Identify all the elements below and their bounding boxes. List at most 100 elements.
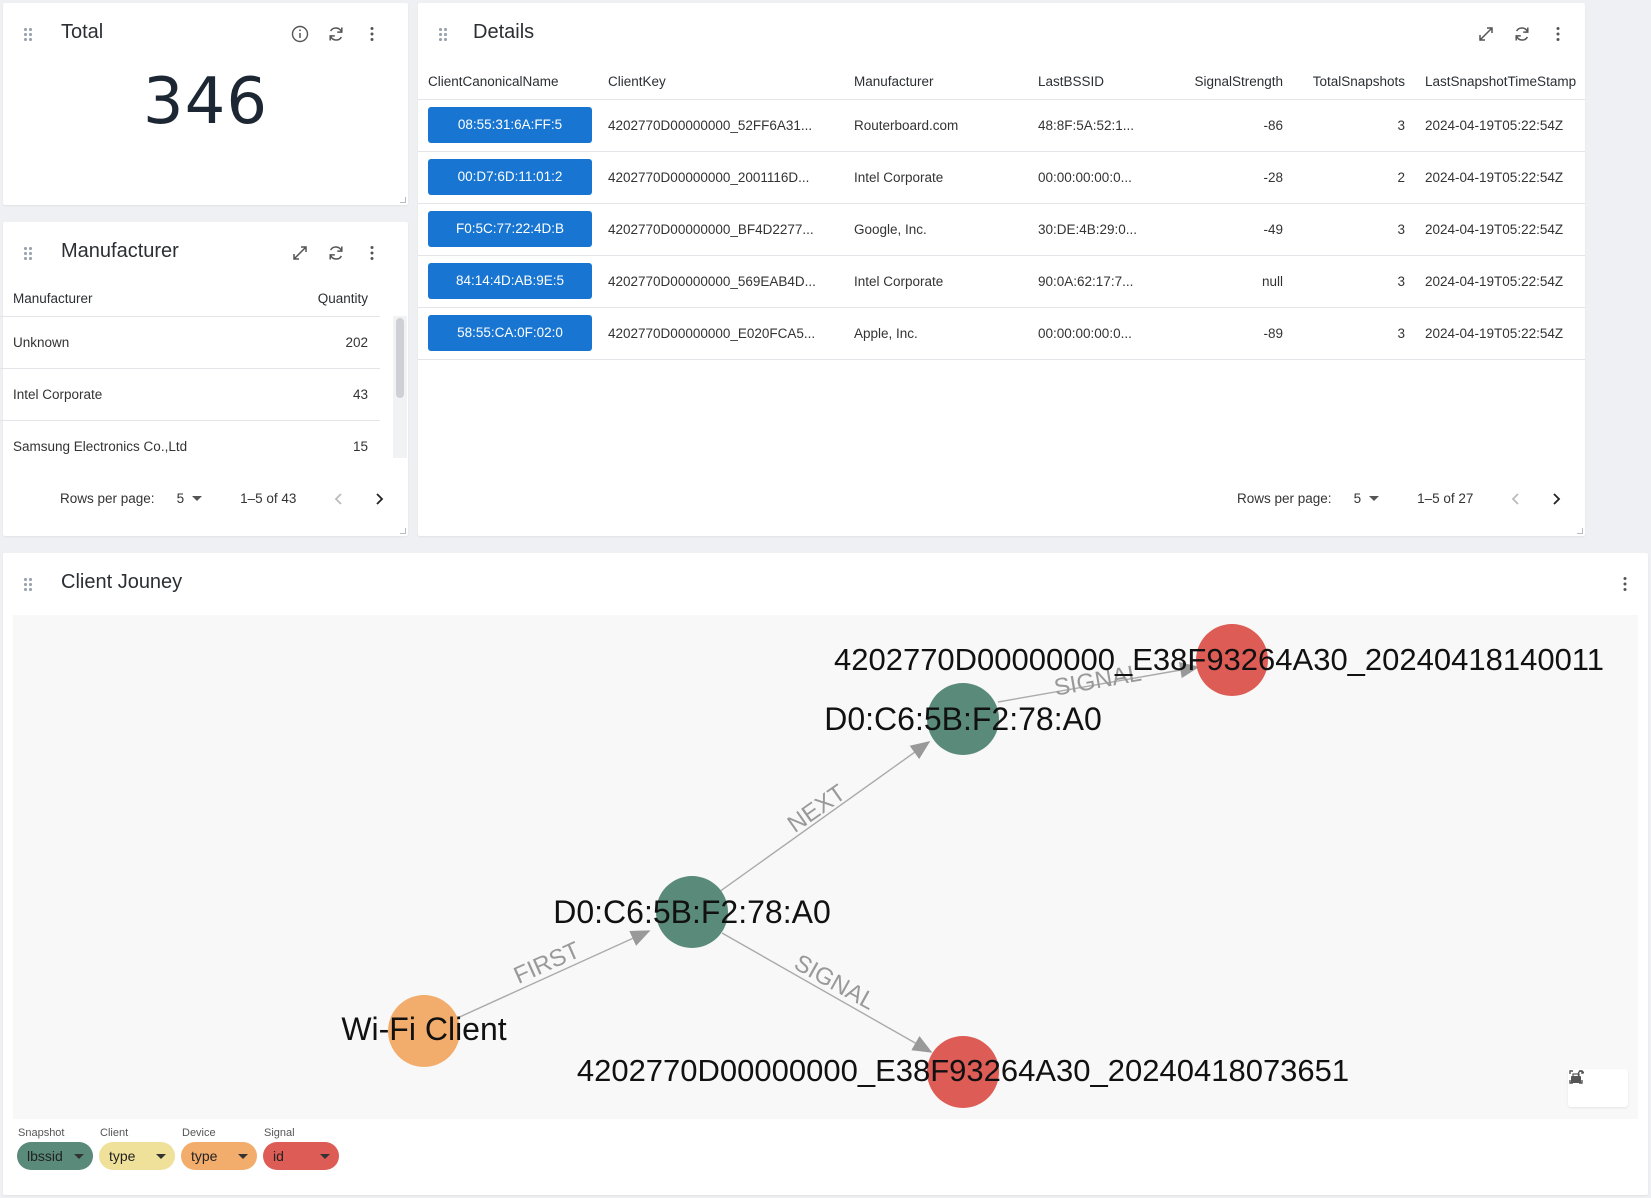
node-label-signal-top: 4202770D00000000_E38F93264A30_2024041814… (834, 642, 1604, 677)
resize-handle[interactable] (400, 528, 406, 534)
resize-handle[interactable] (1577, 528, 1583, 534)
legend-value: id (273, 1148, 284, 1164)
manufacturer-table: Manufacturer Quantity Unknown 202 Intel … (0, 282, 380, 462)
column-header[interactable]: Quantity (275, 282, 380, 317)
manufacturer-cell: Routerboard.com (844, 99, 1028, 152)
rows-per-page-select[interactable]: 5 (1354, 491, 1380, 506)
signal-strength-cell: -89 (1153, 307, 1283, 360)
total-snapshots-cell: 3 (1283, 255, 1405, 308)
legend-value: lbssid (27, 1148, 63, 1164)
legend-select-device[interactable]: type (181, 1142, 257, 1170)
resize-handle[interactable] (400, 197, 406, 203)
edge-label-first: FIRST (510, 937, 585, 990)
legend-value: type (109, 1148, 136, 1164)
manufacturer-title: Manufacturer (61, 240, 179, 262)
client-name-button[interactable]: 84:14:4D:AB:9E:5 (428, 263, 592, 299)
column-header[interactable]: ClientKey (598, 65, 844, 100)
table-row[interactable]: Intel Corporate 43 (0, 368, 380, 421)
info-icon[interactable] (288, 22, 312, 46)
scrollbar-thumb[interactable] (396, 318, 404, 398)
drag-handle-icon[interactable] (24, 247, 33, 260)
column-header[interactable]: TotalSnapshots (1283, 65, 1405, 100)
refresh-icon[interactable] (1510, 22, 1534, 46)
table-row[interactable]: 00:D7:6D:11:01:2 4202770D00000000_200111… (418, 151, 1585, 204)
refresh-icon[interactable] (324, 241, 348, 265)
column-header[interactable]: ClientCanonicalName (418, 65, 598, 100)
more-vert-icon[interactable] (1613, 572, 1637, 596)
client-key: 4202770D00000000_569EAB4D... (598, 255, 844, 308)
rows-per-page-select[interactable]: 5 (177, 491, 203, 506)
drag-handle-icon[interactable] (24, 28, 33, 41)
node-label-device-1: D0:C6:5B:F2:78:A0 (553, 894, 830, 930)
refresh-icon[interactable] (324, 22, 348, 46)
dropdown-caret-icon (74, 1153, 84, 1159)
signal-strength-cell: -86 (1153, 99, 1283, 152)
details-title: Details (473, 21, 535, 43)
legend-snapshot: Snapshot lbssid (17, 1127, 93, 1170)
node-label-device-2: D0:C6:5B:F2:78:A0 (824, 701, 1101, 737)
manufacturer-cell: Apple, Inc. (844, 307, 1028, 360)
legend-select-snapshot[interactable]: lbssid (17, 1142, 93, 1170)
edge-label-signal-bottom: SIGNAL (790, 949, 880, 1015)
column-header[interactable]: LastBSSID (1028, 65, 1153, 100)
client-name-button[interactable]: F0:5C:77:22:4D:B (428, 211, 592, 247)
node-label-wifi-client: Wi-Fi Client (341, 1011, 506, 1047)
drag-handle-icon[interactable] (24, 578, 33, 591)
column-header[interactable]: SignalStrength (1153, 65, 1283, 100)
expand-icon[interactable] (1474, 22, 1498, 46)
prev-page-icon[interactable] (332, 492, 346, 506)
more-vert-icon[interactable] (360, 22, 384, 46)
table-row[interactable]: Samsung Electronics Co.,Ltd 15 (0, 420, 380, 462)
manufacturer-quantity: 43 (275, 368, 380, 421)
manufacturer-name: Intel Corporate (0, 368, 276, 421)
rows-per-page-value: 5 (176, 491, 185, 506)
legend-select-signal[interactable]: id (263, 1142, 339, 1170)
details-table: ClientCanonicalName ClientKey Manufactur… (418, 65, 1585, 360)
next-page-icon[interactable] (372, 492, 386, 506)
total-snapshots-cell: 3 (1283, 307, 1405, 360)
bssid-cell: 00:00:00:00:0... (1028, 307, 1153, 360)
table-row[interactable]: 84:14:4D:AB:9E:5 4202770D00000000_569EAB… (418, 255, 1585, 308)
timestamp-cell: 2024-04-19T05:22:54Z (1405, 99, 1585, 152)
table-row[interactable]: F0:5C:77:22:4D:B 4202770D00000000_BF4D22… (418, 203, 1585, 256)
total-card: Total 346 (3, 3, 408, 205)
next-page-icon[interactable] (1549, 492, 1563, 506)
prev-page-icon[interactable] (1509, 492, 1523, 506)
timestamp-cell: 2024-04-19T05:22:54Z (1405, 307, 1585, 360)
client-key: 4202770D00000000_BF4D2277... (598, 203, 844, 256)
client-name-button[interactable]: 08:55:31:6A:FF:5 (428, 107, 592, 143)
drag-handle-icon[interactable] (439, 28, 448, 41)
column-header[interactable]: Manufacturer (844, 65, 1028, 100)
manufacturer-cell: Intel Corporate (844, 255, 1028, 308)
total-title: Total (61, 21, 104, 43)
client-name-button[interactable]: 58:55:CA:0F:02:0 (428, 315, 592, 351)
table-row[interactable]: 08:55:31:6A:FF:5 4202770D00000000_52FF6A… (418, 99, 1585, 152)
manufacturer-name: Samsung Electronics Co.,Ltd (0, 420, 276, 462)
client-name-button[interactable]: 00:D7:6D:11:01:2 (428, 159, 592, 195)
timestamp-cell: 2024-04-19T05:22:54Z (1405, 151, 1585, 204)
more-vert-icon[interactable] (360, 241, 384, 265)
client-key: 4202770D00000000_E020FCA5... (598, 307, 844, 360)
manufacturer-quantity: 15 (275, 420, 380, 462)
more-vert-icon[interactable] (1546, 22, 1570, 46)
dropdown-caret-icon (1369, 496, 1380, 501)
expand-icon[interactable] (288, 241, 312, 265)
column-header[interactable]: Manufacturer (0, 282, 276, 317)
legend-select-client[interactable]: type (99, 1142, 175, 1170)
manufacturer-name: Unknown (0, 316, 276, 369)
journey-graph[interactable]: FIRST NEXT SIGNAL SIGNAL Wi-Fi Client D0… (13, 615, 1638, 1119)
journey-graph-svg[interactable]: FIRST NEXT SIGNAL SIGNAL Wi-Fi Client D0… (13, 615, 1638, 1119)
table-row[interactable]: Unknown 202 (0, 316, 380, 369)
manufacturer-cell: Intel Corporate (844, 151, 1028, 204)
dropdown-caret-icon (238, 1153, 248, 1159)
total-snapshots-cell: 3 (1283, 99, 1405, 152)
signal-strength-cell: -49 (1153, 203, 1283, 256)
total-snapshots-cell: 2 (1283, 151, 1405, 204)
manufacturer-cell: Google, Inc. (844, 203, 1028, 256)
graph-legend: Snapshot lbssid Client type Device type … (17, 1127, 339, 1170)
column-header[interactable]: LastSnapshotTimeStamp (1405, 65, 1585, 100)
rows-per-page-label: Rows per page: (60, 491, 155, 506)
table-row[interactable]: 58:55:CA:0F:02:0 4202770D00000000_E020FC… (418, 307, 1585, 360)
details-pagination: Rows per page: 5 1–5 of 27 (1237, 491, 1563, 506)
total-value: 346 (142, 65, 269, 139)
